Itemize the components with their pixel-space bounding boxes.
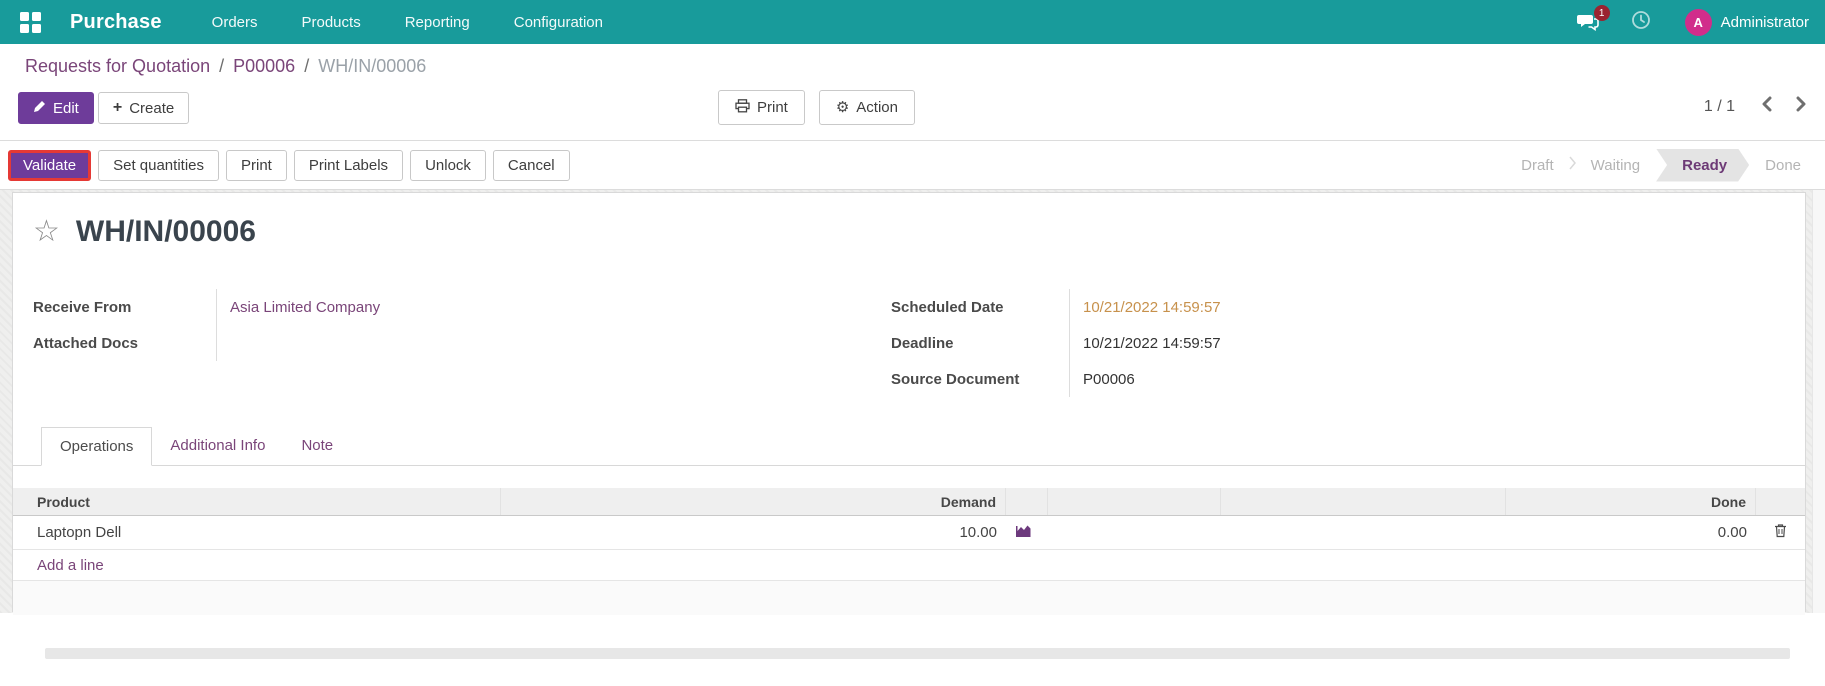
column-header-delete [1756,488,1805,515]
create-button[interactable]: + Create [97,92,190,124]
state-done[interactable]: Done [1753,157,1813,174]
scheduled-date-value[interactable]: 10/21/2022 14:59:57 [1069,289,1629,325]
column-header-product[interactable]: Product [13,488,501,515]
menu-reporting[interactable]: Reporting [383,0,492,44]
chatter-separator-bar [45,648,1790,659]
menu-orders[interactable]: Orders [190,0,280,44]
cell-product[interactable]: Laptopn Dell [13,516,501,549]
print-button-label: Print [757,99,788,116]
user-name: Administrator [1720,13,1809,31]
navbar-right: 1 A Administrator [1561,0,1825,44]
source-document-label: Source Document [891,370,1020,388]
scrollbar[interactable] [1812,190,1825,613]
table-header-row: Product Demand Done [13,488,1805,516]
trash-icon[interactable] [1774,523,1787,542]
validate-button[interactable]: Validate [8,149,92,181]
breadcrumb-separator: / [219,55,225,76]
apps-menu-button[interactable] [0,0,60,44]
add-line-row: Add a line [13,550,1805,581]
main-menu: Orders Products Reporting Configuration [190,0,625,44]
status-pipeline: Draft Waiting Ready Done [1509,149,1813,182]
tab-note[interactable]: Note [283,427,351,466]
action-button-label: Action [856,99,898,116]
attached-docs-value[interactable] [216,325,776,361]
empty-cell-1 [1048,516,1221,549]
breadcrumb: Requests for Quotation / P00006 / WH/IN/… [0,44,1825,88]
clock-icon [1631,10,1651,35]
message-count-badge: 1 [1593,5,1610,21]
set-quantities-button[interactable]: Set quantities [98,149,219,181]
receive-from-value[interactable]: Asia Limited Company [216,289,776,325]
source-document-value[interactable]: P00006 [1069,361,1629,397]
menu-products[interactable]: Products [280,0,383,44]
cell-done[interactable]: 0.00 [1506,516,1756,549]
breadcrumb-requests-for-quotation[interactable]: Requests for Quotation [25,56,210,77]
tab-additional-info[interactable]: Additional Info [152,427,283,466]
field-group-right: Scheduled Date 10/21/2022 14:59:57 Deadl… [891,289,1629,397]
edit-button[interactable]: Edit [18,92,94,124]
table-footer [13,581,1805,615]
forecast-cell [1006,516,1048,549]
table-row[interactable]: Laptopn Dell 10.00 0.00 [13,516,1805,550]
add-a-line-link[interactable]: Add a line [37,557,104,574]
area-chart-icon[interactable] [1014,523,1032,542]
form-sheet: ☆ WH/IN/00006 Receive From Asia Limited … [12,192,1806,615]
gear-icon: ⚙ [835,99,850,116]
breadcrumb-p00006[interactable]: P00006 [233,56,295,77]
edit-button-label: Edit [53,99,79,117]
empty-cell-2 [1221,516,1506,549]
pencil-icon [33,100,46,116]
favorite-star-icon[interactable]: ☆ [33,217,60,247]
unlock-button[interactable]: Unlock [410,149,486,181]
breadcrumb-current: WH/IN/00006 [318,55,427,76]
scheduled-date-label: Scheduled Date [891,298,1004,316]
screen: Purchase Orders Products Reporting Confi… [0,0,1825,686]
statusbar: Validate Set quantities Print Print Labe… [0,140,1825,190]
chevron-right-icon [1568,156,1577,175]
pager: 1 / 1 [1704,96,1807,117]
delete-cell [1756,516,1805,549]
cancel-button[interactable]: Cancel [492,149,570,181]
print-button[interactable]: Print [718,90,805,125]
plus-icon: + [112,99,123,116]
apps-grid-icon [19,11,41,33]
content-area: ☆ WH/IN/00006 Receive From Asia Limited … [0,190,1825,686]
app-title[interactable]: Purchase [70,11,162,34]
attached-docs-label: Attached Docs [33,334,139,352]
deadline-value[interactable]: 10/21/2022 14:59:57 [1069,325,1629,361]
activities-button[interactable] [1615,0,1667,44]
control-panel: Edit + Create Print ⚙ Action 1 / 1 [0,88,1825,134]
column-header-done[interactable]: Done [1506,488,1756,515]
column-header-empty-2 [1221,488,1506,515]
state-waiting[interactable]: Waiting [1579,157,1652,174]
operations-table: Product Demand Done Laptopn Dell 10.00 0… [13,488,1805,615]
print-labels-button[interactable]: Print Labels [293,149,404,181]
avatar: A [1684,8,1712,36]
column-header-empty-1 [1048,488,1221,515]
create-button-label: Create [129,99,175,117]
field-group-left: Receive From Asia Limited Company Attach… [33,289,776,361]
notebook-tabs: Operations Additional Info Note [13,426,1805,466]
menu-configuration[interactable]: Configuration [492,0,625,44]
state-draft[interactable]: Draft [1509,157,1566,174]
action-button[interactable]: ⚙ Action [818,90,915,125]
cell-demand[interactable]: 10.00 [501,516,1006,549]
print-report-button[interactable]: Print [226,149,287,181]
column-header-forecast [1006,488,1048,515]
tab-operations[interactable]: Operations [41,427,153,466]
user-menu[interactable]: A Administrator [1667,0,1815,44]
receive-from-label: Receive From [33,298,132,316]
messages-button[interactable]: 1 [1561,0,1615,44]
breadcrumb-separator: / [304,55,310,76]
pager-value: 1 / 1 [1703,97,1735,115]
column-header-demand[interactable]: Demand [501,488,1006,515]
state-ready[interactable]: Ready [1656,149,1749,182]
pager-next-button[interactable] [1795,96,1807,117]
deadline-label: Deadline [891,334,954,352]
printer-icon [735,99,750,116]
top-navbar: Purchase Orders Products Reporting Confi… [0,0,1825,44]
pager-previous-button[interactable] [1761,96,1773,117]
document-title: WH/IN/00006 [75,215,256,248]
